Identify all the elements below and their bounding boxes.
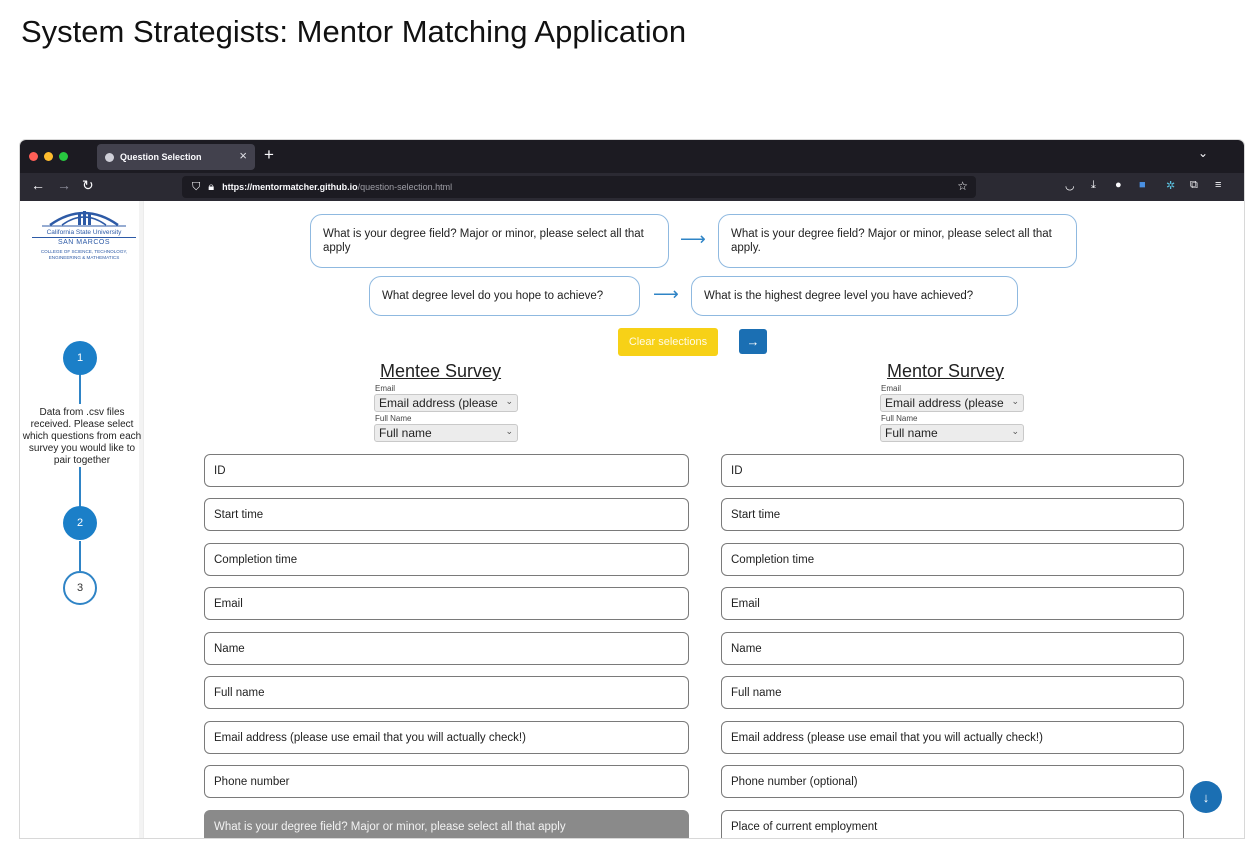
mentor-email-select[interactable]: Email address (please ⌄ [880,394,1024,412]
pair-2-arrow-icon: ⟶ [653,284,679,304]
tab-title: Question Selection [120,152,202,162]
reload-button[interactable]: ↻ [82,177,94,194]
page-content: California State University SAN MARCOS C… [20,201,1244,838]
mentor-fullname-select-value: Full name [885,426,938,440]
mentee-email-select[interactable]: Email address (please ⌄ [374,394,518,412]
mentor-field-option[interactable]: Completion time [721,543,1184,576]
mentee-field-option[interactable]: Phone number [204,765,689,798]
step-1[interactable]: 1 [63,341,97,375]
scroll-down-button[interactable]: ↓ [1190,781,1222,813]
mentor-field-option[interactable]: Place of current employment [721,810,1184,838]
mentee-field-option-selected[interactable]: What is your degree field? Major or mino… [204,810,689,838]
chevron-down-icon: ⌄ [1011,426,1019,436]
tab-close-icon[interactable]: × [239,148,247,163]
nav-bar: ← → ↻ ⛉ 🔒︎ https://mentormatcher.github.… [20,173,1244,201]
maximize-window-button[interactable] [59,152,68,161]
mentee-fullname-select[interactable]: Full name ⌄ [374,424,518,442]
mentor-email-label: Email [881,384,902,393]
mentee-survey-title: Mentee Survey [380,361,502,381]
mentor-fullname-select[interactable]: Full name ⌄ [880,424,1024,442]
browser-window: Question Selection × + ⌄ ← → ↻ ⛉ 🔒︎ http… [20,140,1244,838]
globe-icon [105,152,114,162]
close-window-button[interactable] [29,152,38,161]
logo-college-line2: ENGINEERING & MATHEMATICS [48,255,120,260]
mentor-field-option[interactable]: Phone number (optional) [721,765,1184,798]
mentor-field-option[interactable]: Email [721,587,1184,620]
download-icon[interactable]: ⤓ [1091,179,1096,192]
step-2[interactable]: 2 [63,506,97,540]
pair-2-mentee-question[interactable]: What degree level do you hope to achieve… [369,276,640,316]
mentor-field-option[interactable]: Name [721,632,1184,665]
minimize-window-button[interactable] [44,152,53,161]
mentee-fullname-select-value: Full name [379,426,432,440]
mentor-email-select-value: Email address (please [885,396,1004,410]
menu-icon[interactable]: ≡ [1215,179,1221,191]
university-logo-mark [32,207,136,229]
url-bar[interactable]: ⛉ 🔒︎ https://mentormatcher.github.io /qu… [182,176,976,198]
mentee-field-option[interactable]: Email address (please use email that you… [204,721,689,754]
mentee-fullname-label: Full Name [375,414,412,423]
mentor-fullname-label: Full Name [881,414,918,423]
back-button[interactable]: ← [31,177,45,193]
tab-list-chevron-icon[interactable]: ⌄ [1198,146,1208,160]
logo-college-text: COLLEGE OF SCIENCE, TECHNOLOGY, ENGINEER… [32,249,136,261]
mentee-field-option[interactable]: Completion time [204,543,689,576]
mentee-field-option[interactable]: Start time [204,498,689,531]
url-host: https://mentormatcher.github.io [222,182,358,192]
lock-icon[interactable]: 🔒︎ [208,181,214,194]
forward-button[interactable]: → [57,177,71,193]
mentor-field-option[interactable]: ID [721,454,1184,487]
logo-university-text: California State University [32,229,136,238]
pair-1-arrow-icon: ⟶ [680,229,706,249]
chevron-down-icon: ⌄ [505,426,513,436]
mentor-field-option[interactable]: Full name [721,676,1184,709]
mentee-field-option[interactable]: ID [204,454,689,487]
mentor-field-option[interactable]: Start time [721,498,1184,531]
shield-icon[interactable]: ⛉ [192,181,200,194]
clear-selections-button[interactable]: Clear selections [618,328,718,356]
chevron-down-icon: ⌄ [505,396,513,406]
react-devtools-icon[interactable]: ✲ [1166,179,1175,192]
sidebar: California State University SAN MARCOS C… [20,201,144,838]
mentee-field-option[interactable]: Name [204,632,689,665]
university-logo: California State University SAN MARCOS C… [32,207,136,261]
next-step-button[interactable]: → [739,329,767,354]
slide-title: System Strategists: Mentor Matching Appl… [21,14,687,49]
pair-2-mentor-question[interactable]: What is the highest degree level you hav… [691,276,1018,316]
extension-circle-icon[interactable]: ● [1115,179,1122,191]
step-3[interactable]: 3 [63,571,97,605]
logo-campus-text: SAN MARCOS [57,239,111,246]
new-tab-button[interactable]: + [264,145,274,165]
pair-1-mentor-question[interactable]: What is your degree field? Major or mino… [718,214,1077,268]
mentee-field-option[interactable]: Full name [204,676,689,709]
tab-bar: Question Selection × + ⌄ [20,140,1244,173]
mentor-field-option[interactable]: Email address (please use email that you… [721,721,1184,754]
mentee-field-option[interactable]: Email [204,587,689,620]
bookmark-star-icon[interactable]: ☆ [957,179,968,193]
mentee-email-label: Email [375,384,396,393]
pocket-icon[interactable]: ◡ [1065,179,1075,192]
bitwarden-icon[interactable]: ■ [1139,179,1146,191]
url-path: /question-selection.html [357,182,453,192]
step-description: Data from .csv files received. Please se… [22,407,142,466]
pair-1-mentee-question[interactable]: What is your degree field? Major or mino… [310,214,669,268]
extensions-icon[interactable]: ⧉ [1190,179,1198,192]
chevron-down-icon: ⌄ [1011,396,1019,406]
mentor-survey-title: Mentor Survey [887,361,1005,381]
tab-question-selection[interactable]: Question Selection × [97,144,255,170]
mentee-email-select-value: Email address (please [379,396,498,410]
step-connector [79,541,81,571]
